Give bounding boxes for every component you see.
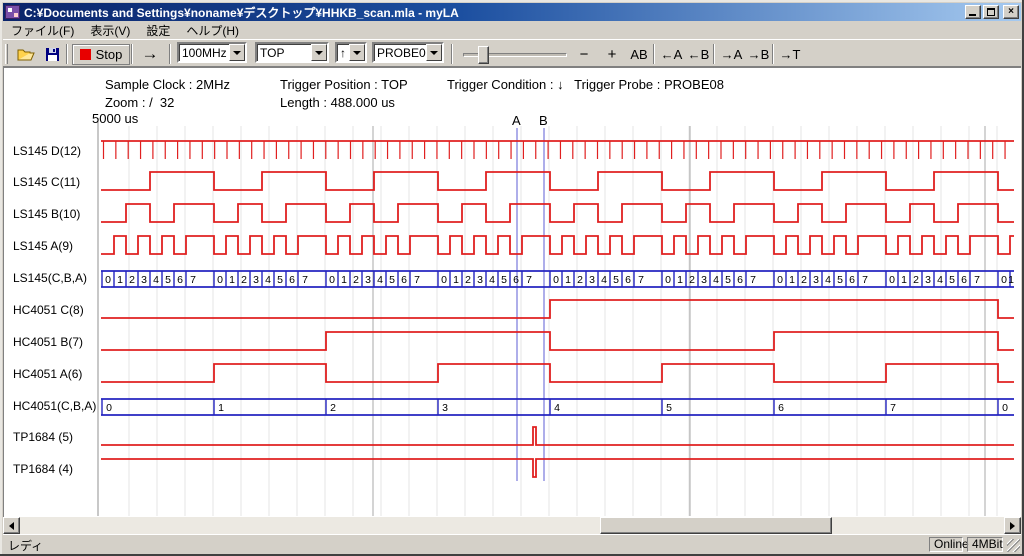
channel-label: TP1684 (4): [13, 462, 73, 476]
cursor-b-label: B: [539, 113, 548, 128]
toolbar-separator: [66, 44, 68, 64]
menu-file[interactable]: ファイル(F): [3, 21, 82, 40]
stop-label: Stop: [96, 47, 123, 62]
trigger-position-text: Trigger Position : TOP: [280, 77, 408, 92]
scrollbar-thumb[interactable]: [600, 517, 832, 534]
resize-grip[interactable]: [1007, 539, 1020, 552]
time-scale-text: 5000 us: [92, 111, 138, 126]
menu-view[interactable]: 表示(V): [82, 21, 138, 40]
menu-settings[interactable]: 設定: [138, 21, 178, 40]
cursor-a-label: A: [512, 113, 521, 128]
zoom-ab-button[interactable]: AB: [627, 42, 651, 66]
channel-label: LS145 A(9): [13, 239, 73, 253]
zoom-in-button[interactable]: +: [601, 42, 623, 66]
toolbar-separator: [131, 44, 133, 64]
channel-label: HC4051 C(8): [13, 303, 84, 317]
move-cursor-a-left-button[interactable]: ←A: [659, 42, 684, 66]
channel-label: HC4051(C,B,A): [13, 399, 96, 413]
chevron-down-icon[interactable]: [349, 44, 365, 61]
move-cursor-a-right-button[interactable]: →A: [719, 42, 744, 66]
clock-value: 100MHz: [179, 46, 229, 60]
zoom-out-button[interactable]: −: [573, 42, 595, 66]
scroll-right-button[interactable]: [1004, 517, 1021, 534]
stop-icon: [80, 49, 91, 60]
run-button[interactable]: →: [137, 42, 163, 66]
trigger-probe-combobox[interactable]: PROBE00: [372, 42, 444, 63]
save-floppy-icon: [45, 47, 60, 62]
open-file-button[interactable]: [14, 42, 38, 66]
window-title: C:¥Documents and Settings¥noname¥デスクトップ¥…: [24, 4, 963, 21]
goto-trigger-button[interactable]: →T: [777, 42, 803, 66]
toolbar-separator: [653, 44, 655, 64]
status-online-badge: Online: [929, 537, 963, 552]
channel-label: HC4051 A(6): [13, 367, 82, 381]
status-memory-badge: 4MBit: [967, 537, 1003, 552]
channel-label: LS145(C,B,A): [13, 271, 87, 285]
toolbar-grip: [5, 44, 8, 64]
clock-combobox[interactable]: 100MHz: [177, 42, 247, 63]
zoom-text: Zoom : / 32: [105, 95, 174, 110]
stop-button[interactable]: Stop: [73, 42, 129, 66]
close-button[interactable]: ×: [1003, 5, 1019, 19]
save-button[interactable]: [40, 42, 64, 66]
toolbar-separator: [451, 44, 453, 64]
arrow-left-icon: [5, 522, 14, 530]
trigger-position-combobox[interactable]: TOP: [255, 42, 329, 63]
channel-label: LS145 D(12): [13, 144, 81, 158]
trigger-condition-text: Trigger Condition : ↓ Trigger Probe : PR…: [447, 77, 724, 92]
chevron-down-icon[interactable]: [311, 44, 327, 61]
waveform-panel: [3, 67, 1021, 517]
horizontal-scrollbar[interactable]: [3, 517, 1021, 534]
scroll-left-button[interactable]: [3, 517, 20, 534]
channel-label: HC4051 B(7): [13, 335, 83, 349]
trigger-edge-value: ↑: [337, 46, 349, 60]
status-ready-text: レディ: [8, 537, 43, 554]
arrow-right-icon: [1010, 522, 1019, 530]
move-cursor-b-left-button[interactable]: ←B: [686, 42, 711, 66]
app-window: C:¥Documents and Settings¥noname¥デスクトップ¥…: [0, 0, 1024, 556]
channel-label: LS145 C(11): [13, 175, 80, 189]
trigger-edge-combobox[interactable]: ↑: [335, 42, 367, 63]
chevron-down-icon[interactable]: [229, 44, 245, 61]
chevron-down-icon[interactable]: [426, 44, 442, 61]
channel-label: TP1684 (5): [13, 430, 73, 444]
toolbar: Stop → 100MHz TOP ↑ PROBE00 − + AB ←A ←B: [3, 39, 1021, 67]
menu-help[interactable]: ヘルプ(H): [178, 21, 247, 40]
trigger-position-value: TOP: [257, 46, 311, 60]
toolbar-separator: [169, 44, 171, 64]
status-bar: レディ Online 4MBit: [3, 534, 1021, 553]
menu-bar: ファイル(F) 表示(V) 設定 ヘルプ(H): [3, 21, 1021, 39]
minimize-button[interactable]: [965, 5, 981, 19]
open-folder-icon: [17, 47, 36, 62]
channel-label: LS145 B(10): [13, 207, 80, 221]
move-cursor-b-right-button[interactable]: →B: [746, 42, 771, 66]
maximize-button[interactable]: [983, 5, 999, 19]
toolbar-separator: [772, 44, 774, 64]
app-icon: [5, 5, 20, 19]
trigger-probe-value: PROBE00: [374, 46, 426, 60]
toolbar-separator: [713, 44, 715, 64]
length-text: Length : 488.000 us: [280, 95, 395, 110]
title-bar: C:¥Documents and Settings¥noname¥デスクトップ¥…: [3, 3, 1021, 21]
sample-clock-text: Sample Clock : 2MHz: [105, 77, 230, 92]
zoom-slider-thumb[interactable]: [478, 46, 489, 64]
